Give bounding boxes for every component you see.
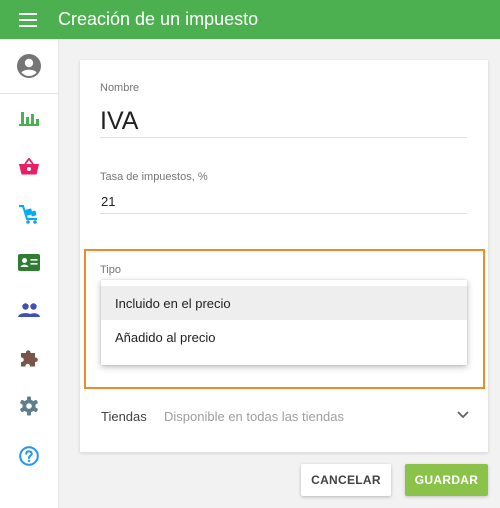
rate-input[interactable]: 21 [101,194,115,209]
stores-label: Tiendas [101,409,147,424]
type-option-included[interactable]: Incluido en el precio [101,286,467,320]
people-icon [18,303,40,317]
type-option-added[interactable]: Añadido al precio [101,320,467,354]
sidebar-item-reports[interactable] [0,98,58,138]
sidebar-item-customers[interactable] [0,242,58,282]
menu-button[interactable] [0,0,56,39]
cancel-button[interactable]: CANCELAR [301,464,391,496]
cart-icon [19,204,37,224]
stores-selector[interactable]: Tiendas Disponible en todas las tiendas [80,396,488,438]
name-label: Nombre [100,82,140,94]
id-card-icon [18,253,40,271]
type-dropdown-menu: Incluido en el precio Añadido al precio [101,280,467,365]
name-underline [100,137,467,138]
sidebar [0,39,59,508]
account-circle-icon [17,54,41,78]
avatar[interactable] [0,39,58,94]
gear-icon [20,396,38,416]
chevron-down-icon [457,411,469,419]
name-input[interactable]: IVA [100,107,138,136]
sidebar-item-settings[interactable] [0,386,58,426]
rate-label: Tasa de impuestos, % [100,171,208,183]
basket-icon [19,157,39,174]
puzzle-icon [21,350,38,367]
stores-value: Disponible en todas las tiendas [164,409,344,424]
sidebar-item-items[interactable] [0,146,58,186]
page-title: Creación de un impuesto [58,9,259,29]
save-button[interactable]: GUARDAR [405,464,488,496]
sidebar-item-employees[interactable] [0,290,58,330]
sidebar-item-inventory[interactable] [0,194,58,234]
actions-divider [80,452,488,453]
rate-underline [100,213,467,214]
sidebar-item-integrations[interactable] [0,338,58,378]
help-icon [19,446,39,466]
sidebar-item-help[interactable] [0,436,58,476]
bar-chart-icon [19,112,39,126]
app-bar: Creación de un impuesto [0,0,500,39]
hamburger-menu-icon [19,12,37,27]
